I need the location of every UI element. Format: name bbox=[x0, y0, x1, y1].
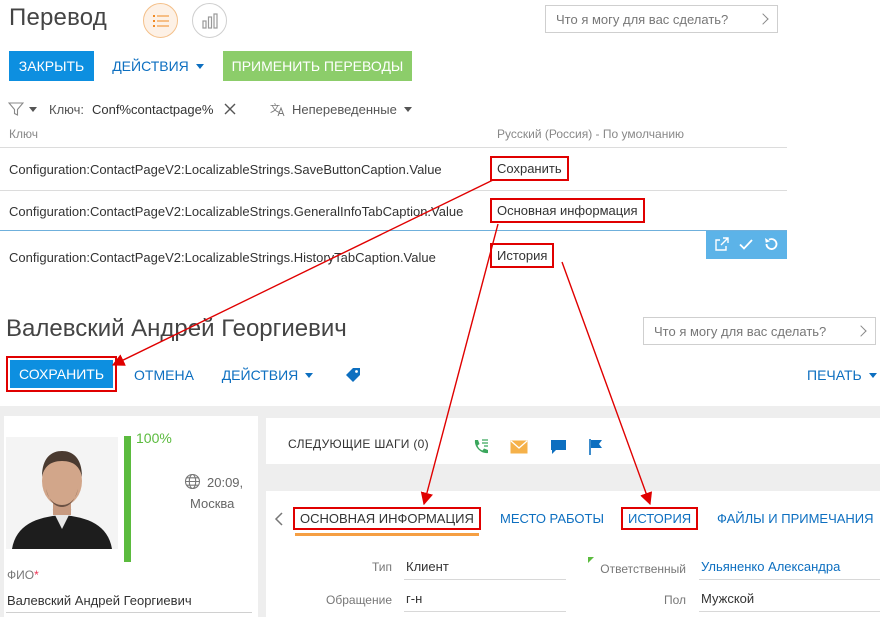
annotation-arrows bbox=[111, 179, 653, 506]
arrow-general-info bbox=[420, 223, 499, 506]
arrow-history bbox=[561, 261, 653, 506]
arrow-save bbox=[111, 179, 494, 366]
